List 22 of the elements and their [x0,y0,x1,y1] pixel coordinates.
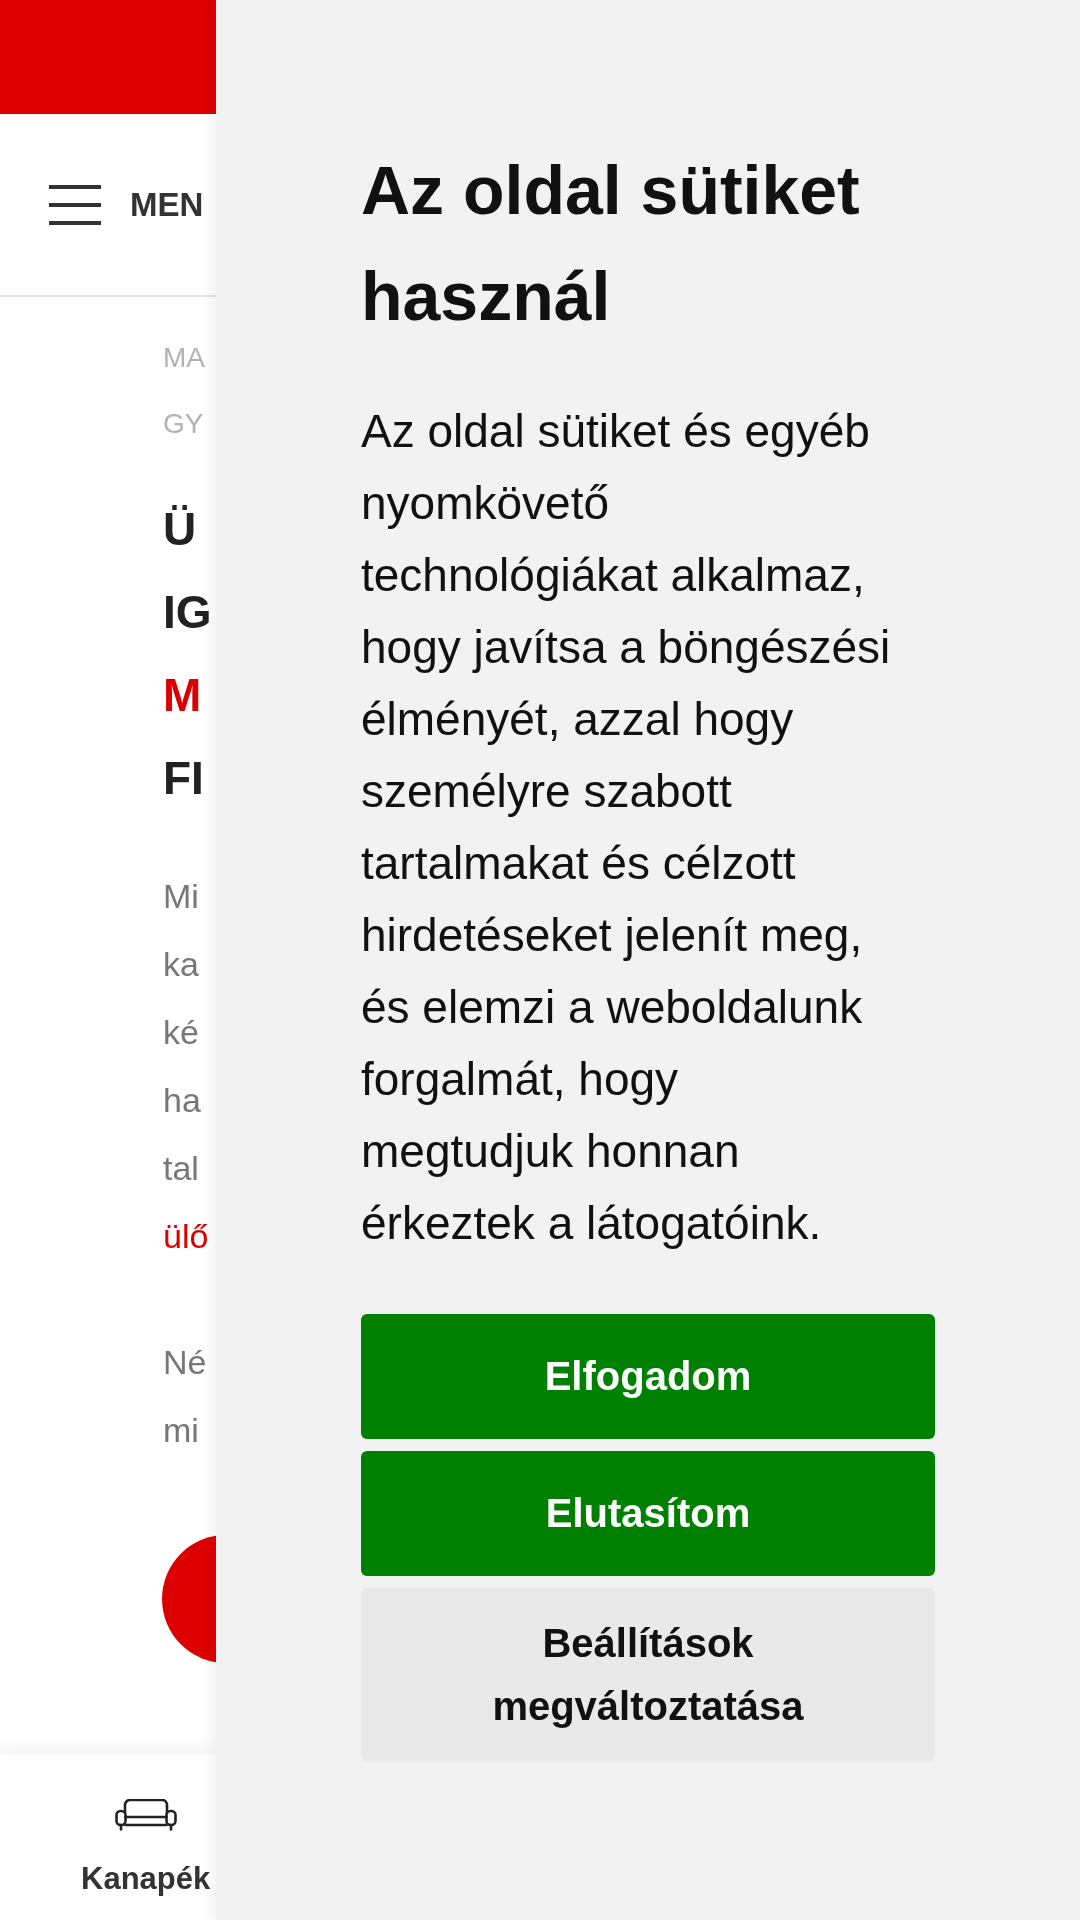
menu-icon [49,184,101,225]
menu-button[interactable]: MEN [49,184,204,225]
body-text: ha [163,1080,201,1121]
body-text: ka [163,944,199,985]
circle-button[interactable] [162,1535,216,1663]
panel-title: Az oldal sütiket használ [361,151,861,336]
nav-item[interactable]: Kanapék [81,1799,211,1897]
body-text: mi [163,1410,199,1451]
heading-text: FI [163,751,204,806]
accept-button[interactable]: Elfogadom [361,1314,935,1439]
body-text: ké [163,1012,199,1053]
text-link[interactable]: ülő [163,1202,209,1270]
body-text: tal [163,1148,199,1189]
settings-button[interactable]: Beállítások megváltoztatása [361,1588,935,1762]
body-text: Mi [163,876,199,917]
sofa-icon [114,1799,177,1831]
reject-button[interactable]: Elutasítom [361,1451,935,1576]
body-text: Né [163,1342,207,1383]
heading-text: Ü [163,502,197,557]
heading-text: M [163,668,202,723]
heading-text: IG [163,585,212,640]
panel-text: Az oldal sütiket és egyéb nyomkövető technológiákat alkalmaz, hogy javítsa a böngészési élményét, azzal hogy személyre szabott tartalmakat és célzott hirdetéseket jelenít meg, és elemzi a weboldalunk forgalmát, hogy megtudjuk honnan érkeztek a látogatóink. [361,404,892,1251]
